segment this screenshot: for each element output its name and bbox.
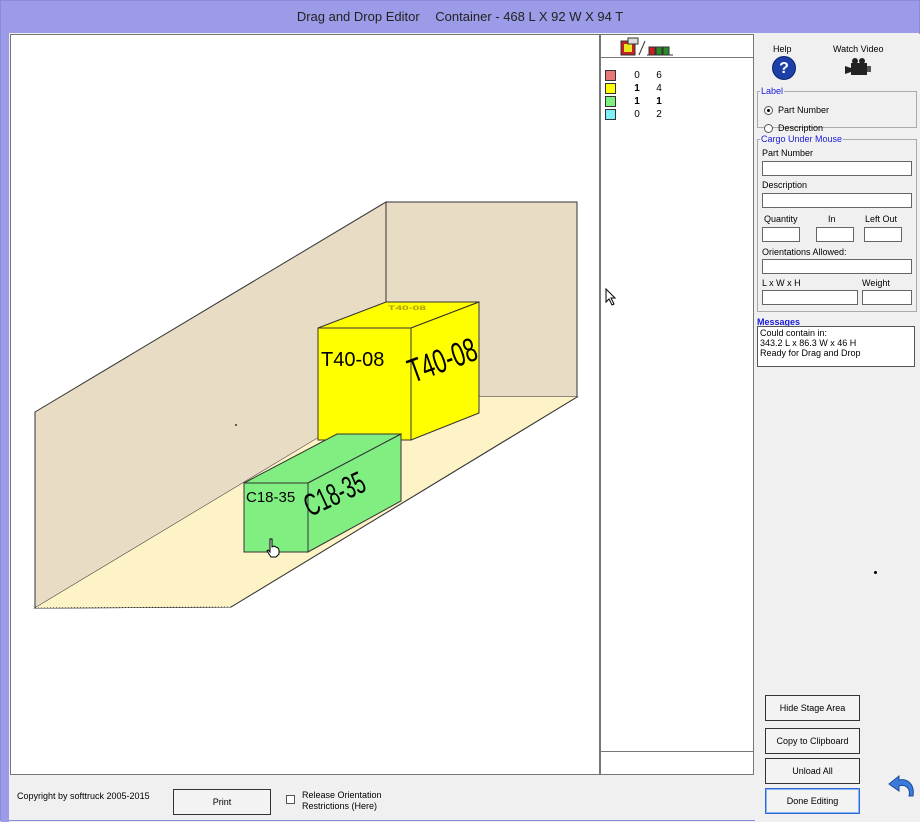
container-dimensions: Container - 468 L X 92 W X 94 T: [435, 9, 624, 24]
message-line: Could contain in:: [760, 328, 828, 338]
legend-row: 0 6: [605, 69, 670, 81]
yellow-box-top-label: T40-08: [388, 305, 426, 312]
legend-remaining: 6: [656, 69, 662, 81]
release-orientation-label: Release Orientation Restrictions (Here): [302, 790, 382, 812]
window-title: Drag and Drop Editor: [296, 9, 420, 24]
wall-marker: [235, 424, 237, 426]
label-group: Label Part Number Description: [757, 86, 917, 133]
message-line: 343.2 L x 86.3 W x 46 H: [760, 338, 857, 348]
title-bar: Drag and Drop Editor Container - 468 L X…: [1, 1, 919, 33]
legend-placed: 0: [634, 69, 640, 81]
radio-part-number-label: Part Number: [778, 105, 830, 115]
copyright-text: Copyright by softtruck 2005-2015: [17, 791, 150, 801]
weight-label: Weight: [862, 278, 890, 288]
in-label: In: [828, 214, 836, 224]
watch-video-label: Watch Video: [833, 44, 884, 54]
yellow-box-front: [317, 327, 412, 441]
legend-remaining: 4: [656, 82, 662, 94]
description-field[interactable]: [762, 193, 912, 208]
message-line: Ready for Drag and Drop: [760, 348, 861, 358]
description-label: Description: [762, 180, 808, 190]
lwh-field[interactable]: [762, 290, 858, 305]
legend-placed: 1: [634, 95, 640, 107]
yellow-box-front-label: T40-08: [321, 349, 384, 371]
done-editing-button[interactable]: Done Editing: [765, 788, 860, 814]
editor-window: Drag and Drop Editor Container - 468 L X…: [0, 0, 920, 822]
cargo-box-t40-08[interactable]: T40-08 T40-08 T40-08: [317, 301, 482, 441]
radio-part-number[interactable]: Part Number: [764, 105, 829, 115]
release-line-1: Release Orientation: [302, 790, 382, 800]
legend-swatch-red: [605, 69, 616, 81]
messages-box: Could contain in: 343.2 L x 86.3 W x 46 …: [757, 326, 915, 367]
lwh-label: L x W x H: [762, 278, 801, 288]
left-out-label: Left Out: [865, 214, 898, 224]
legend-swatch-green: [605, 95, 616, 107]
legend-footer-divider: [601, 751, 753, 752]
left-out-field[interactable]: [864, 227, 902, 242]
container-drawing[interactable]: T40-08 T40-08 T40-08 C18-35 C18-35: [11, 35, 599, 774]
legend-row: 1 4: [605, 82, 670, 94]
quantity-label: Quantity: [764, 214, 798, 224]
stray-dot: [874, 571, 877, 574]
cargo-under-mouse-group: Cargo Under Mouse Part Number Descriptio…: [757, 134, 917, 312]
undo-icon[interactable]: [887, 774, 917, 800]
release-orientation-checkbox[interactable]: [286, 795, 295, 804]
cargo-group-title: Cargo Under Mouse: [761, 134, 843, 144]
orientations-field[interactable]: [762, 259, 912, 274]
release-line-2: Restrictions (Here): [302, 801, 378, 811]
radio-dot[interactable]: [764, 105, 773, 115]
radio-description[interactable]: Description: [764, 123, 823, 133]
legend-placed: 1: [634, 82, 640, 94]
legend-swatch-cyan: [605, 108, 616, 120]
legend-row: 1 1: [605, 95, 670, 107]
legend-swatch-yellow: [605, 82, 616, 94]
legend-remaining: 1: [656, 95, 662, 107]
cargo-stack-icon: [620, 37, 673, 56]
legend-header-divider: [601, 57, 753, 58]
label-group-title: Label: [761, 86, 784, 96]
unload-all-button[interactable]: Unload All: [765, 758, 860, 784]
radio-description-label: Description: [778, 123, 824, 133]
hide-stage-area-button[interactable]: Hide Stage Area: [765, 695, 860, 721]
arrow-cursor-icon: [605, 288, 617, 306]
release-orientation-option[interactable]: Release Orientation Restrictions (Here): [286, 790, 382, 812]
green-box-front-label: C18-35: [246, 489, 295, 506]
help-label: Help: [773, 44, 792, 54]
help-icon[interactable]: ?: [772, 56, 796, 80]
weight-field[interactable]: [862, 290, 912, 305]
part-number-label: Part Number: [762, 148, 814, 158]
radio-dot[interactable]: [764, 123, 773, 133]
part-number-field[interactable]: [762, 161, 912, 176]
legend-placed: 0: [634, 108, 640, 120]
cargo-legend-panel: 0 6 1 4 1 1 0 2: [600, 34, 754, 775]
copy-to-clipboard-button[interactable]: Copy to Clipboard: [765, 728, 860, 754]
quantity-field[interactable]: [762, 227, 800, 242]
left-frame-strip: [1, 33, 9, 822]
right-control-panel: Help Watch Video ? Label Part Number Des…: [755, 34, 920, 822]
legend-row: 0 2: [605, 108, 670, 120]
print-button[interactable]: Print: [173, 789, 271, 815]
legend-remaining: 2: [656, 108, 662, 120]
video-camera-icon[interactable]: [845, 58, 873, 76]
container-3d-view[interactable]: T40-08 T40-08 T40-08 C18-35 C18-35: [10, 34, 600, 775]
orientations-label: Orientations Allowed:: [762, 247, 847, 257]
in-field[interactable]: [816, 227, 854, 242]
